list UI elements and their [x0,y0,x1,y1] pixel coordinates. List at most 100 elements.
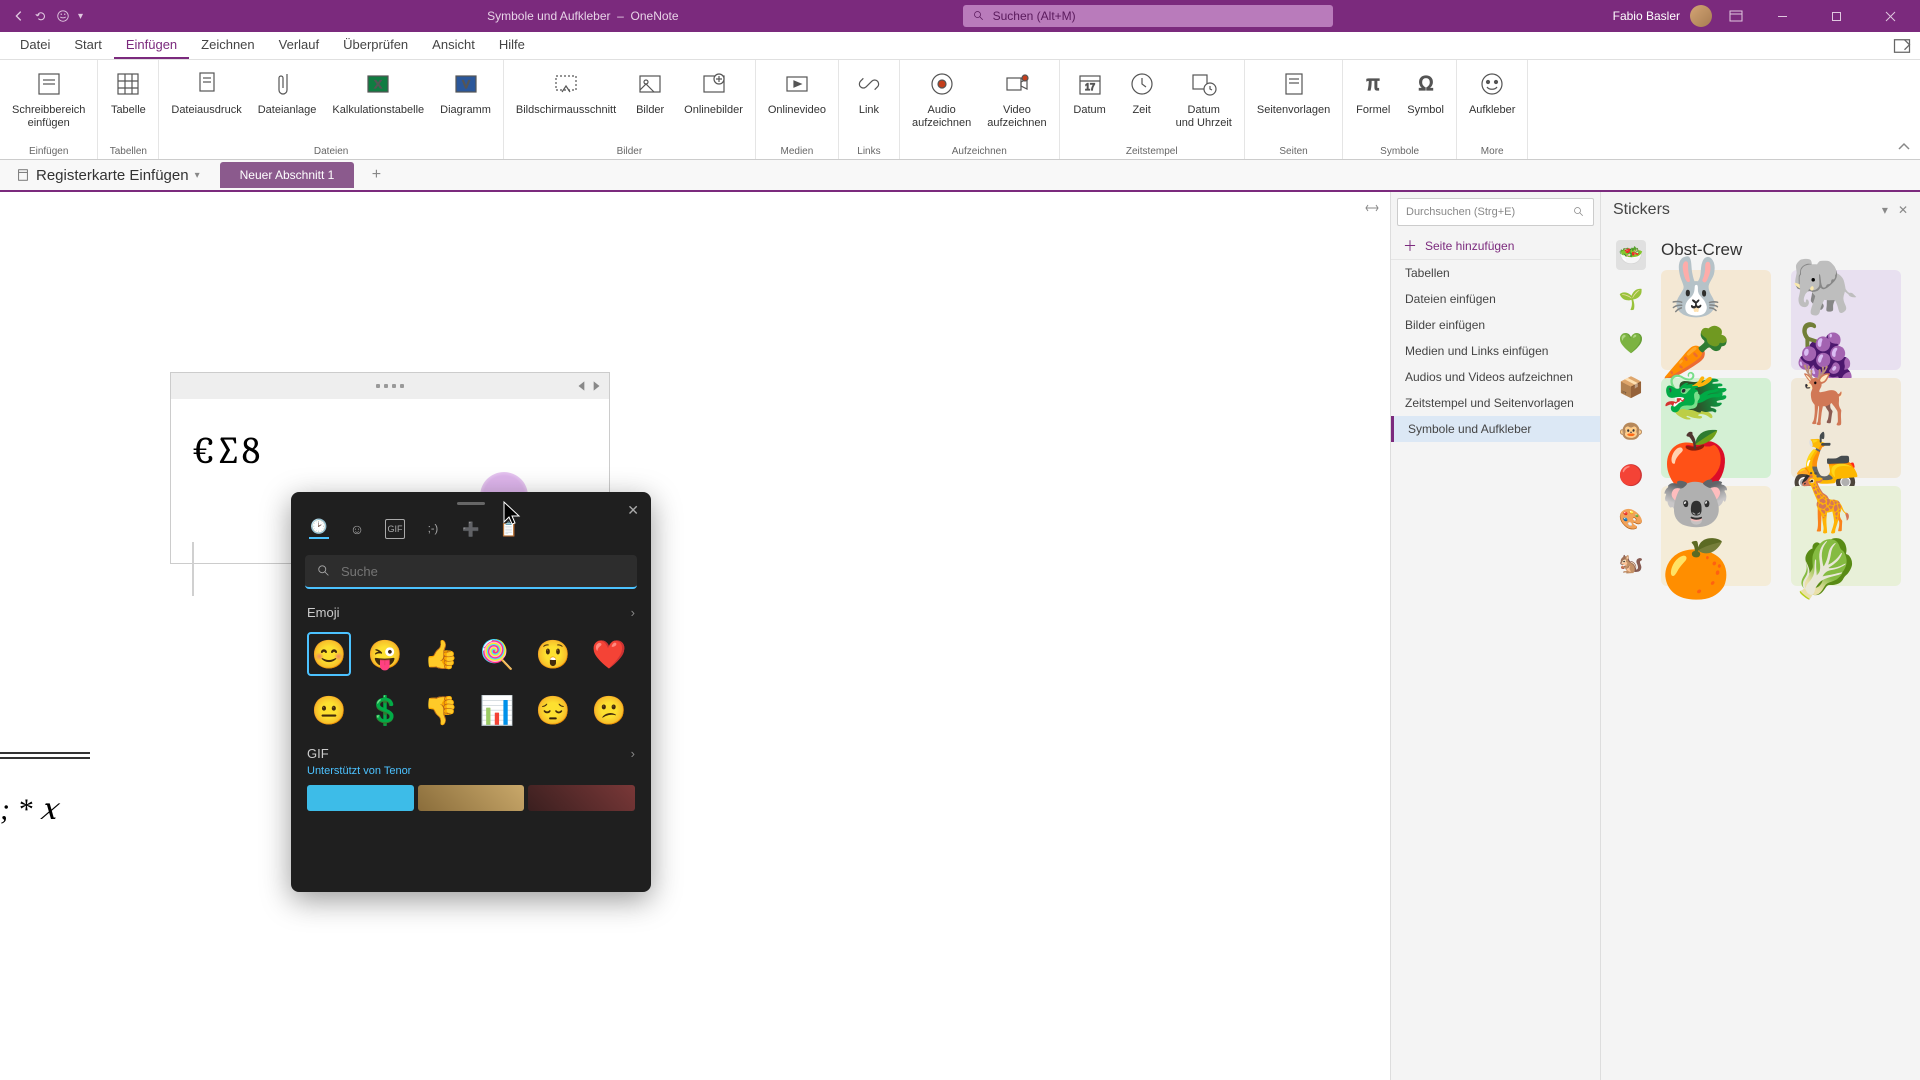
ribbon-audio-aufzeichnen[interactable]: Audioaufzeichnen [906,64,977,144]
sticker-item[interactable]: 🐰🥕 [1661,270,1771,370]
sticker-item[interactable]: 🦒🥬 [1791,486,1901,586]
ribbon-datum-und-uhrzeit[interactable]: Datumund Uhrzeit [1170,64,1238,144]
notebook-dropdown[interactable]: Registerkarte Einfügen ▾ [8,163,208,188]
ribbon-mode-icon[interactable] [1728,8,1744,24]
emoji-section-header[interactable]: Emoji › [291,597,651,628]
page-item[interactable]: Audios und Videos aufzeichnen [1391,364,1600,390]
canvas[interactable]: €∑8 ; * 𝑥 ✕ 🕑 ☺ GIF ;-) ➕ 📋 Emoji [0,192,1390,1080]
minimize-button[interactable] [1760,0,1804,32]
collapse-ribbon-icon[interactable] [1896,139,1912,155]
ribbon-aufkleber[interactable]: Aufkleber [1463,64,1521,144]
ribbon-video-aufzeichnen[interactable]: Videoaufzeichnen [981,64,1052,144]
menu-tab-einfügen[interactable]: Einfügen [114,32,189,59]
note-next-icon[interactable] [589,379,603,393]
emoji-search[interactable] [305,555,637,589]
ribbon-dateiausdruck[interactable]: Dateiausdruck [165,64,247,144]
gif-thumb[interactable] [528,785,635,811]
page-search[interactable]: Durchsuchen (Strg+E) [1397,198,1594,226]
gif-thumb[interactable] [307,785,414,811]
emoji-tab-smileys[interactable]: ☺ [347,519,367,539]
emoji-tab-gif[interactable]: GIF [385,519,405,539]
maximize-button[interactable] [1814,0,1858,32]
sticker-category[interactable]: 🌱 [1616,284,1646,314]
emoji-item[interactable]: 😜 [363,632,407,676]
sticker-item[interactable]: 🐲🍎 [1661,378,1771,478]
ribbon-schreibbereich-einfügen[interactable]: Schreibbereicheinfügen [6,64,91,144]
emoji-item[interactable]: 😕 [587,688,631,732]
emoji-close-button[interactable]: ✕ [627,502,639,519]
emoji-item[interactable]: 💲 [363,688,407,732]
section-tab[interactable]: Neuer Abschnitt 1 [220,162,355,188]
emoji-item[interactable]: ❤️ [587,632,631,676]
sticker-category[interactable]: 🥗 [1616,240,1646,270]
close-button[interactable] [1868,0,1912,32]
stickers-dropdown-icon[interactable]: ▾ [1882,203,1888,217]
ribbon-onlinebilder[interactable]: Onlinebilder [678,64,749,144]
ribbon-dateianlage[interactable]: Dateianlage [252,64,323,144]
emoji-item[interactable]: 😲 [531,632,575,676]
emoji-search-input[interactable] [341,564,625,579]
note-prev-icon[interactable] [575,379,589,393]
emoji-tab-recent[interactable]: 🕑 [309,519,329,539]
emoji-item[interactable]: 🍭 [475,632,519,676]
search-icon [317,564,331,578]
ribbon-group-label: Bilder [510,144,749,157]
sticker-item[interactable]: 🦌🛵 [1791,378,1901,478]
gif-section-header[interactable]: GIF › [291,736,651,765]
ribbon-link[interactable]: Link [845,64,893,144]
page-item[interactable]: Zeitstempel und Seitenvorlagen [1391,390,1600,416]
ribbon-formel[interactable]: πFormel [1349,64,1397,144]
emoji-tab-symbols[interactable]: ➕ [461,519,481,539]
user-name[interactable]: Fabio Basler [1613,9,1680,23]
emoji-item[interactable]: 👍 [419,632,463,676]
ribbon-datum[interactable]: 17Datum [1066,64,1114,144]
sticker-category[interactable]: 🔴 [1616,460,1646,490]
ribbon-tabelle[interactable]: Tabelle [104,64,152,144]
sticker-item[interactable]: 🐘🍇 [1791,270,1901,370]
menu-tab-zeichnen[interactable]: Zeichnen [189,32,266,59]
menu-tab-ansicht[interactable]: Ansicht [420,32,487,59]
emoji-item[interactable]: 😐 [307,688,351,732]
menu-tab-hilfe[interactable]: Hilfe [487,32,537,59]
sticker-category[interactable]: 🎨 [1616,504,1646,534]
ribbon-zeit[interactable]: Zeit [1118,64,1166,144]
sticker-category[interactable]: 🐿️ [1616,548,1646,578]
page-item[interactable]: Bilder einfügen [1391,312,1600,338]
stickers-close-button[interactable]: ✕ [1898,203,1908,217]
menu-tab-verlauf[interactable]: Verlauf [267,32,331,59]
emoji-item[interactable]: 📊 [475,688,519,732]
emoji-item[interactable]: 👎 [419,688,463,732]
add-section-button[interactable]: + [364,163,388,187]
fullwidth-icon[interactable] [1364,200,1380,216]
back-icon[interactable] [12,9,26,23]
emoji-tab-kaomoji[interactable]: ;-) [423,519,443,539]
sticker-category[interactable]: 💚 [1616,328,1646,358]
menu-tab-start[interactable]: Start [62,32,113,59]
note-drag-handle[interactable] [171,373,609,399]
ribbon-diagramm[interactable]: VDiagramm [434,64,497,144]
share-icon[interactable] [1892,36,1912,56]
page-item[interactable]: Symbole und Aufkleber [1391,416,1600,442]
add-page-button[interactable]: ＋ Seite hinzufügen [1391,232,1600,260]
undo-icon[interactable] [34,9,48,23]
emoji-item[interactable]: 😊 [307,632,351,676]
search-input[interactable]: Suchen (Alt+M) [963,5,1333,27]
ribbon-bildschirmausschnitt[interactable]: Bildschirmausschnitt [510,64,622,144]
emoji-titlebar-icon[interactable] [56,9,70,23]
ribbon-onlinevideo[interactable]: Onlinevideo [762,64,832,144]
sticker-category[interactable]: 🐵 [1616,416,1646,446]
sticker-category[interactable]: 📦 [1616,372,1646,402]
menu-tab-überprüfen[interactable]: Überprüfen [331,32,420,59]
page-item[interactable]: Dateien einfügen [1391,286,1600,312]
emoji-item[interactable]: 😔 [531,688,575,732]
page-item[interactable]: Medien und Links einfügen [1391,338,1600,364]
ribbon-symbol[interactable]: ΩSymbol [1401,64,1450,144]
avatar[interactable] [1690,5,1712,27]
page-item[interactable]: Tabellen [1391,260,1600,286]
ribbon-seitenvorlagen[interactable]: Seitenvorlagen [1251,64,1336,144]
ribbon-bilder[interactable]: Bilder [626,64,674,144]
gif-thumb[interactable] [418,785,525,811]
sticker-item[interactable]: 🐨🍊 [1661,486,1771,586]
menu-tab-datei[interactable]: Datei [8,32,62,59]
ribbon-kalkulationstabelle[interactable]: XKalkulationstabelle [326,64,430,144]
